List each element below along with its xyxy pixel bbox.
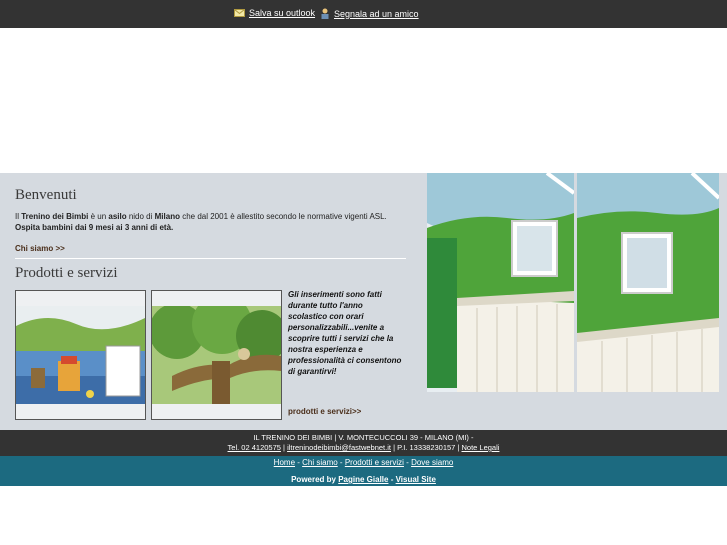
powered-by: Powered by Pagine Gialle - Visual Site [0, 475, 727, 484]
products-services-link[interactable]: prodotti e servizi>> [288, 407, 361, 416]
about-us-link[interactable]: Chi siamo >> [15, 244, 65, 253]
footer-nav: Home - Chi siamo - Prodotti e servizi - … [0, 458, 727, 467]
hallway-photo-left [427, 173, 574, 392]
brand-name: Trenino dei Bimbi [21, 212, 89, 221]
top-bar: Salva su outlook Segnala ad un amico [0, 0, 727, 28]
mail-icon [234, 9, 245, 17]
share-friend-label: Segnala ad un amico [334, 8, 419, 19]
section-divider [15, 258, 406, 259]
classroom-image [16, 306, 145, 404]
tree-mural-photo[interactable] [151, 290, 282, 420]
share-friend-link[interactable]: Segnala ad un amico [320, 8, 419, 19]
person-icon [320, 8, 330, 19]
vat-number: | P.I. 13338230157 | [390, 443, 462, 452]
nav-about-link[interactable]: Chi siamo [302, 458, 338, 467]
products-title: Prodotti e servizi [15, 265, 118, 281]
legal-notes-link[interactable]: Note Legali [461, 443, 499, 452]
welcome-text-part: nido di [126, 212, 155, 221]
city-name: Milano [154, 212, 180, 221]
visual-site-link[interactable]: Visual Site [396, 475, 436, 484]
welcome-title: Benvenuti [15, 187, 77, 203]
classroom-photo[interactable] [15, 290, 146, 420]
phone-link[interactable]: Tel. 02 4120575 [228, 443, 281, 452]
footer-address: IL TRENINO DEI BIMBI | V. MONTECUCCOLI 3… [253, 433, 474, 442]
nav-home-link[interactable]: Home [274, 458, 295, 467]
welcome-text-part: è un [88, 212, 109, 221]
welcome-text: Il Trenino dei Bimbi è un asilo nido di … [15, 211, 410, 233]
pagine-gialle-link[interactable]: Pagine Gialle [338, 475, 388, 484]
services-description: Gli inserimenti sono fatti durante tutto… [288, 290, 402, 376]
nav-location-link[interactable]: Dove siamo [411, 458, 453, 467]
save-outlook-label: Salva su outlook [249, 8, 316, 18]
powered-by-label: Powered by [291, 475, 339, 484]
nav-separator: - [403, 458, 412, 467]
age-range-text: Ospita bambini dai 9 mesi ai 3 anni di e… [15, 223, 174, 232]
powered-separator: - [388, 475, 396, 484]
hallway-photo-right [577, 173, 719, 392]
footer-nav-bar: Home - Chi siamo - Prodotti e servizi - … [0, 456, 727, 486]
save-outlook-link[interactable]: Salva su outlook [234, 8, 315, 18]
email-link[interactable]: iltreninodeibimbi@fastwebnet.it [287, 443, 391, 452]
footer-contacts: Tel. 02 4120575 | iltreninodeibimbi@fast… [0, 443, 727, 452]
tree-mural-image [152, 306, 281, 404]
nav-products-link[interactable]: Prodotti e servizi [345, 458, 404, 467]
footer-info: IL TRENINO DEI BIMBI | V. MONTECUCCOLI 3… [0, 430, 727, 456]
welcome-text-bold: asilo [108, 212, 127, 221]
welcome-text-part: che dal 2001 è allestito secondo le norm… [179, 212, 387, 221]
nav-separator: - [337, 458, 345, 467]
